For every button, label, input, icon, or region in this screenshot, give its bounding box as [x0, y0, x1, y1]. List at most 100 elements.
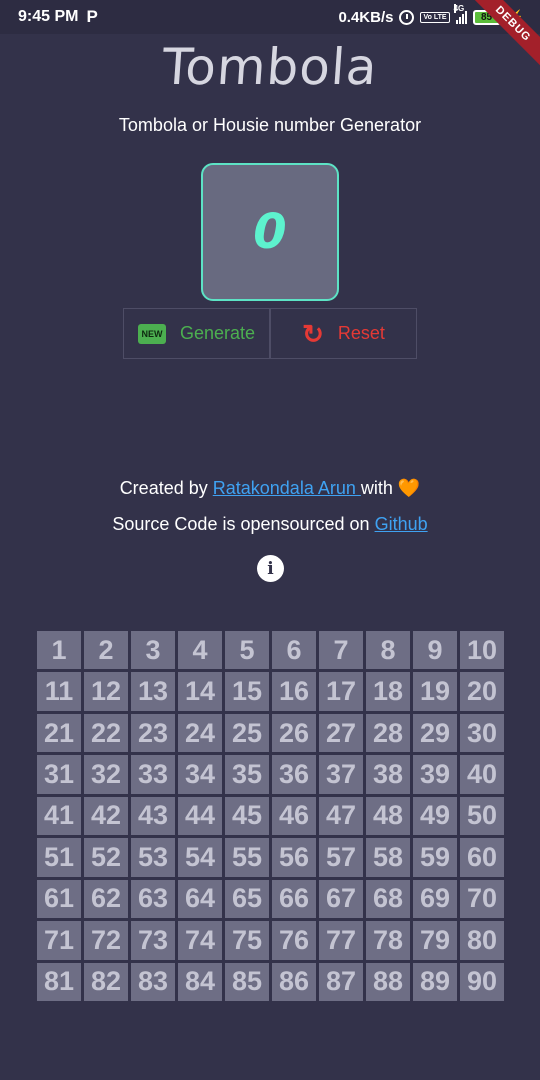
board-cell-68: 68	[366, 879, 410, 919]
board-cell-15: 15	[225, 672, 269, 711]
board-cell-58: 58	[366, 838, 410, 877]
board-cell-62: 62	[84, 879, 128, 919]
board-cell-66: 66	[272, 879, 316, 919]
board-cell-87: 87	[319, 962, 363, 1001]
board-cell-29: 29	[413, 713, 457, 753]
alarm-icon	[399, 9, 415, 25]
board-cell-74: 74	[178, 921, 222, 960]
board-cell-48: 48	[366, 796, 410, 836]
refresh-icon: ↻	[302, 318, 324, 349]
board-cell-8: 8	[366, 631, 410, 670]
board-cell-84: 84	[178, 962, 222, 1001]
board-cell-19: 19	[413, 672, 457, 711]
board-cell-54: 54	[178, 838, 222, 877]
board-cell-4: 4	[178, 631, 222, 670]
board-cell-9: 9	[413, 631, 457, 670]
generate-label: Generate	[179, 323, 256, 343]
github-link[interactable]: Github	[375, 514, 428, 534]
board-cell-72: 72	[84, 921, 128, 960]
board-cell-57: 57	[319, 838, 363, 877]
board-cell-17: 17	[319, 672, 363, 711]
board-cell-2: 2	[84, 631, 128, 670]
board-cell-73: 73	[131, 921, 175, 960]
board-cell-45: 45	[225, 796, 269, 836]
created-by-prefix: Created by	[119, 478, 213, 498]
generate-button[interactable]: NEW Generate	[123, 308, 270, 359]
board-cell-56: 56	[272, 838, 316, 877]
board-cell-49: 49	[413, 796, 457, 836]
board-cell-59: 59	[413, 838, 457, 877]
with-text: with	[360, 478, 398, 498]
board-cell-11: 11	[37, 672, 81, 711]
board-cell-67: 67	[319, 879, 363, 919]
board-cell-55: 55	[225, 838, 269, 877]
board-cell-60: 60	[460, 838, 504, 877]
board-cell-5: 5	[225, 631, 269, 670]
app-title: Tombola	[160, 38, 380, 96]
board-cell-80: 80	[460, 921, 504, 960]
board-cell-79: 79	[413, 921, 457, 960]
board-cell-81: 81	[37, 962, 81, 1001]
info-icon[interactable]: i	[257, 555, 284, 582]
source-code-line: Source Code is opensourced on Github	[0, 514, 540, 535]
board-cell-30: 30	[460, 713, 504, 753]
board-cell-85: 85	[225, 962, 269, 1001]
network-speed: 0.4KB/s	[338, 8, 394, 26]
board-cell-21: 21	[37, 713, 81, 753]
board-cell-64: 64	[178, 879, 222, 919]
board-cell-31: 31	[37, 755, 81, 794]
board-cell-39: 39	[413, 755, 457, 794]
board-cell-70: 70	[460, 879, 504, 919]
board-cell-44: 44	[178, 796, 222, 836]
board-cell-50: 50	[460, 796, 504, 836]
board-cell-12: 12	[84, 672, 128, 711]
network-type-label: 4G	[453, 4, 465, 13]
board-cell-43: 43	[131, 796, 175, 836]
board-cell-13: 13	[131, 672, 175, 711]
board-cell-20: 20	[460, 672, 504, 711]
board-cell-75: 75	[225, 921, 269, 960]
board-cell-77: 77	[319, 921, 363, 960]
board-cell-47: 47	[319, 796, 363, 836]
number-board: 1 2 3 4 5 6 7 8 9 10 11 12 13 14 15 16 17 18 19 20 21 22 23 24 2…	[37, 631, 504, 1001]
board-cell-51: 51	[37, 838, 81, 877]
board-cell-1: 1	[37, 631, 81, 670]
status-left: 9:45 PM P	[18, 7, 98, 27]
board-cell-22: 22	[84, 713, 128, 753]
board-cell-25: 25	[225, 713, 269, 753]
board-cell-10: 10	[460, 631, 504, 670]
source-prefix: Source Code is opensourced on	[112, 514, 375, 534]
board-cell-90: 90	[460, 962, 504, 1001]
board-cell-3: 3	[131, 631, 175, 670]
board-cell-27: 27	[319, 713, 363, 753]
board-cell-46: 46	[272, 796, 316, 836]
board-cell-24: 24	[178, 713, 222, 753]
reset-label: Reset	[337, 323, 385, 343]
current-number-display: 0	[201, 163, 339, 301]
new-badge-icon: NEW	[137, 323, 166, 344]
board-cell-71: 71	[37, 921, 81, 960]
app-subtitle: Tombola or Housie number Generator	[118, 115, 422, 135]
board-cell-78: 78	[366, 921, 410, 960]
author-link[interactable]: Ratakondala Arun	[213, 478, 361, 498]
board-cell-26: 26	[272, 713, 316, 753]
board-cell-61: 61	[37, 879, 81, 919]
board-cell-42: 42	[84, 796, 128, 836]
action-buttons: NEW Generate ↻ Reset	[123, 308, 417, 359]
board-cell-41: 41	[37, 796, 81, 836]
board-cell-88: 88	[366, 962, 410, 1001]
board-cell-76: 76	[272, 921, 316, 960]
board-cell-69: 69	[413, 879, 457, 919]
reset-button[interactable]: ↻ Reset	[270, 308, 417, 359]
status-time: 9:45 PM	[18, 8, 79, 25]
board-cell-89: 89	[413, 962, 457, 1001]
board-cell-86: 86	[272, 962, 316, 1001]
status-bar: 9:45 PM P 0.4KB/s Vo LTE 4G 85 ⚡	[0, 0, 540, 34]
board-cell-6: 6	[272, 631, 316, 670]
board-cell-35: 35	[225, 755, 269, 794]
board-cell-28: 28	[366, 713, 410, 753]
board-cell-23: 23	[131, 713, 175, 753]
board-cell-18: 18	[366, 672, 410, 711]
board-cell-16: 16	[272, 672, 316, 711]
board-cell-34: 34	[178, 755, 222, 794]
